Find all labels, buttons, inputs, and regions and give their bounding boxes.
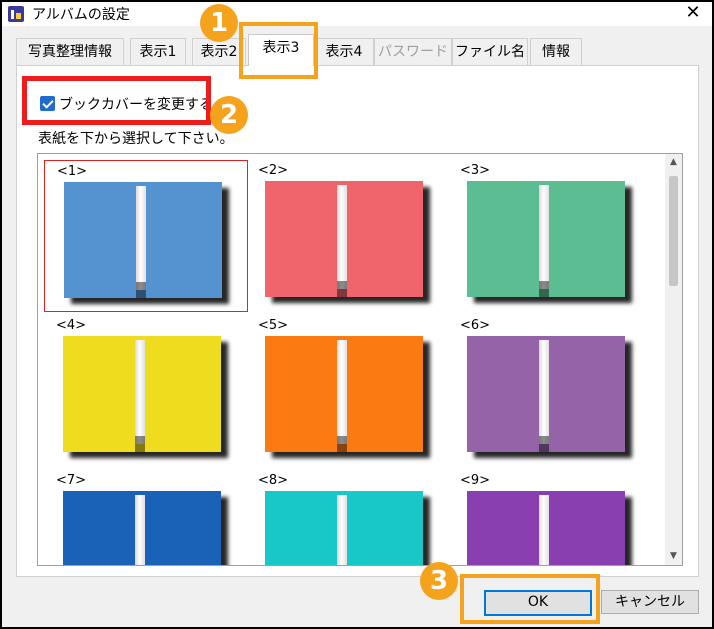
cover-item[interactable]: <8> — [246, 470, 448, 565]
tab-password[interactable]: パスワード — [374, 38, 452, 65]
tab-strip: 写真整理情報 表示1 表示2 表示3 表示4 パスワード ファイル名 情報 — [16, 34, 696, 66]
cover-item[interactable]: <9> — [448, 470, 650, 565]
book-cover-swatch — [265, 181, 423, 297]
scroll-thumb[interactable] — [669, 176, 678, 286]
app-icon — [8, 6, 24, 22]
step3-badge: 3 — [420, 562, 458, 600]
book-cover-swatch — [63, 491, 221, 565]
cover-number: <1> — [57, 164, 88, 179]
title-bar: アルバムの設定 ✕ — [2, 2, 712, 26]
scroll-up-icon[interactable]: ▲ — [665, 154, 682, 171]
book-cover-swatch — [467, 491, 625, 565]
tab-photo-info[interactable]: 写真整理情報 — [16, 38, 124, 65]
tab-display1[interactable]: 表示1 — [130, 38, 186, 65]
cover-item[interactable]: <7> — [44, 470, 246, 565]
cover-item[interactable]: <3> — [448, 160, 650, 310]
close-icon[interactable]: ✕ — [680, 2, 706, 24]
select-cover-instruction: 表紙を下から選択して下さい。 — [38, 131, 234, 147]
book-cover-swatch — [467, 181, 625, 297]
cover-number: <4> — [56, 318, 87, 333]
book-cover-swatch — [265, 336, 423, 452]
cover-number: <5> — [258, 318, 289, 333]
window-title: アルバムの設定 — [32, 7, 130, 23]
step1-badge: 1 — [200, 4, 238, 42]
book-cover-swatch — [63, 336, 221, 452]
tab-display2[interactable]: 表示2 — [192, 38, 246, 65]
cover-item[interactable]: <2> — [246, 160, 448, 310]
cover-number: <8> — [258, 473, 289, 488]
cover-number: <2> — [258, 163, 289, 178]
book-cover-swatch — [467, 336, 625, 452]
tab-info[interactable]: 情報 — [530, 38, 582, 65]
cover-item[interactable]: <6> — [448, 315, 650, 465]
step2-badge: 2 — [210, 96, 248, 134]
scroll-down-icon[interactable]: ▼ — [665, 548, 682, 565]
cover-gallery[interactable]: <1> <2> <3> <4> <5> <6> <7> <8> <9> ▲ ▼ — [37, 153, 683, 566]
cancel-button[interactable]: キャンセル — [601, 590, 699, 614]
cover-item[interactable]: <5> — [246, 315, 448, 465]
step2-highlight-box — [22, 76, 211, 125]
cover-number: <7> — [56, 473, 87, 488]
cover-number: <6> — [460, 318, 491, 333]
cover-number: <3> — [460, 163, 491, 178]
tab-display3[interactable]: 表示3 — [248, 34, 314, 66]
cover-item[interactable]: <4> — [44, 315, 246, 465]
cover-number: <9> — [460, 473, 491, 488]
step3-highlight-box — [460, 574, 600, 624]
book-cover-swatch — [64, 182, 222, 298]
tab-display4[interactable]: 表示4 — [314, 38, 374, 65]
cover-item[interactable]: <1> — [44, 160, 248, 312]
vertical-scrollbar[interactable]: ▲ ▼ — [665, 154, 682, 565]
tab-filename[interactable]: ファイル名 — [452, 38, 528, 65]
book-cover-swatch — [265, 491, 423, 565]
